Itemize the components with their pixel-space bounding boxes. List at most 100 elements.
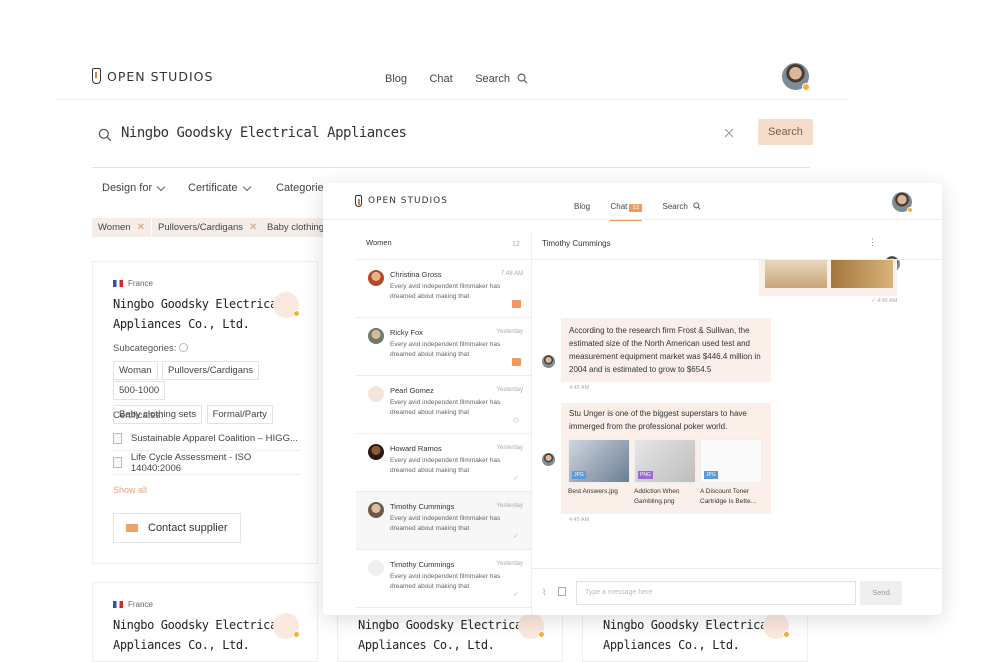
company-name[interactable]: Ningbo Goodsky Electrical Appliances Co.,…: [358, 615, 529, 655]
conversation-item[interactable]: Christina Gross 7:48 AM Every avid indepe…: [356, 260, 531, 318]
conversation-item[interactable]: Pearl Gomez Yesterday Every avid independ…: [356, 376, 531, 434]
user-avatar[interactable]: [892, 192, 913, 213]
attachment-thumbnail[interactable]: JPG: [700, 439, 762, 483]
search-icon: [98, 128, 112, 142]
certificate-item[interactable]: Life Cycle Assessment - ISO 14040:2006: [113, 451, 301, 475]
avatar: [368, 444, 384, 460]
company-name[interactable]: Ningbo Goodsky Electrical Appliances Co.,…: [113, 615, 284, 655]
message-time: 4:45 AM: [569, 517, 590, 523]
user-avatar[interactable]: [782, 63, 810, 91]
flag-icon: [113, 601, 123, 608]
image-thumbnail[interactable]: [831, 260, 893, 288]
message-input[interactable]: Type a message here: [576, 581, 856, 605]
logo-icon: [355, 195, 362, 207]
filter-categories[interactable]: Categories: [276, 182, 329, 194]
clear-icon[interactable]: [724, 128, 734, 138]
chat-window: OPEN STUDIOS Blog Chat 12 Search Women 12…: [323, 183, 942, 615]
contact-supplier-button[interactable]: Contact supplier: [113, 513, 241, 543]
avatar: [368, 502, 384, 518]
message-time: 4:45 AM: [569, 385, 590, 391]
filter-design-for[interactable]: Design for: [102, 182, 166, 194]
search-icon: [517, 73, 528, 84]
country: France: [113, 279, 153, 288]
clock-icon: ◷: [512, 417, 519, 424]
search-icon: [693, 202, 701, 210]
chip: Formal/Party: [206, 405, 273, 424]
supplier-badge-icon: [763, 613, 790, 639]
conversation-item[interactable]: Timothy Cummings Yesterday Every avid ind…: [356, 550, 531, 608]
search-bar: Ningbo Goodsky Electrical Appliances Sea…: [92, 116, 813, 168]
show-all-link[interactable]: Show all: [113, 485, 147, 495]
unread-icon: [512, 358, 521, 366]
company-name[interactable]: Ningbo Goodsky Electrical Appliances Co.,…: [603, 615, 774, 655]
info-icon: [179, 343, 189, 352]
avatar-placeholder-icon: [368, 560, 384, 576]
check-icon: ✓: [513, 591, 519, 598]
supplier-card: France Ningbo Goodsky Electrical Applianc…: [92, 261, 318, 564]
conversation-item-active[interactable]: Timothy Cummings Yesterday Every avid ind…: [356, 492, 531, 550]
supplier-badge-icon: [518, 613, 545, 639]
flag-icon: [113, 280, 123, 287]
file-icon[interactable]: [558, 587, 566, 596]
nav-chat[interactable]: Chat: [429, 73, 452, 85]
attachment-message: Stu Unger is one of the biggest supersta…: [561, 403, 771, 514]
search-input[interactable]: Ningbo Goodsky Electrical Appliances: [121, 125, 407, 141]
avatar-placeholder-icon: [368, 386, 384, 402]
supplier-card: France Ningbo Goodsky Electrical Applianc…: [92, 582, 318, 662]
avatar: [368, 328, 384, 344]
unread-icon: [512, 300, 521, 308]
image-thumbnail[interactable]: [765, 260, 827, 288]
nav-search[interactable]: Search: [663, 202, 702, 211]
supplier-badge-icon: [273, 292, 300, 318]
more-icon[interactable]: ⋮: [868, 237, 877, 248]
tag-baby-clothing: Baby clothing: [261, 218, 331, 237]
brand-logo[interactable]: OPEN STUDIOS: [355, 195, 448, 207]
chip: Pullovers/Cardigans: [162, 361, 260, 380]
document-icon: [113, 457, 122, 468]
attachment-thumbnail[interactable]: PNG: [634, 439, 696, 483]
certificates-label: Certificates:: [113, 410, 164, 421]
logo-icon: [92, 68, 101, 84]
remove-icon[interactable]: ✕: [137, 222, 145, 233]
conversation-count: 12: [512, 241, 520, 248]
remove-icon[interactable]: ✕: [249, 222, 257, 233]
brand-logo[interactable]: OPEN STUDIOS: [92, 68, 213, 84]
message-bubble: According to the research firm Frost & S…: [561, 318, 771, 382]
list-title: Women: [366, 238, 392, 247]
nav-blog[interactable]: Blog: [574, 202, 590, 211]
company-name[interactable]: Ningbo Goodsky Electrical Appliances Co.,…: [113, 294, 284, 334]
chat-nav: Blog Chat 12 Search: [566, 196, 709, 221]
conversation-item[interactable]: Ricky Fox Yesterday Every avid independen…: [356, 318, 531, 376]
conversation-item[interactable]: Howard Ramos Yesterday Every avid indepen…: [356, 434, 531, 492]
image-message: [759, 260, 897, 296]
chip: Woman: [113, 361, 158, 380]
avatar: [368, 270, 384, 286]
tag-women: Women ✕: [92, 218, 151, 237]
unread-badge: 12: [629, 204, 643, 212]
attachment-name[interactable]: Addiction When Gambling.png: [634, 487, 700, 507]
chevron-down-icon: [242, 182, 251, 191]
active-contact-name: Timothy Cummings: [542, 239, 611, 248]
tag-pullovers: Pullovers/Cardigans ✕: [152, 218, 264, 237]
supplier-badge-icon: [273, 613, 300, 639]
nav-search[interactable]: Search: [475, 73, 529, 100]
check-icon: ✓: [513, 475, 519, 482]
envelope-icon: [126, 524, 138, 532]
attach-icon[interactable]: ⌇: [542, 587, 546, 598]
search-button[interactable]: Search: [758, 119, 813, 145]
sender-avatar: [542, 355, 555, 368]
chevron-down-icon: [156, 182, 166, 191]
nav-blog[interactable]: Blog: [385, 73, 407, 85]
chip: 500-1000: [113, 381, 166, 400]
document-icon: [113, 433, 122, 444]
attachment-name[interactable]: A Discount Toner Cartridge Is Bette...: [700, 487, 766, 507]
subcategories-label: Subcategories:: [113, 343, 189, 354]
certificate-item[interactable]: Sustainable Apparel Coalition – HIGG...: [113, 427, 301, 451]
attachment-name[interactable]: Best Answers.jpg: [568, 487, 634, 497]
filter-certificate[interactable]: Certificate: [188, 182, 251, 194]
attachment-thumbnail[interactable]: JPG: [568, 439, 630, 483]
check-icon: ✓: [513, 533, 519, 540]
main-nav: Blog Chat Search: [376, 69, 537, 100]
send-button[interactable]: Send: [860, 581, 902, 605]
sender-avatar: [542, 453, 555, 466]
